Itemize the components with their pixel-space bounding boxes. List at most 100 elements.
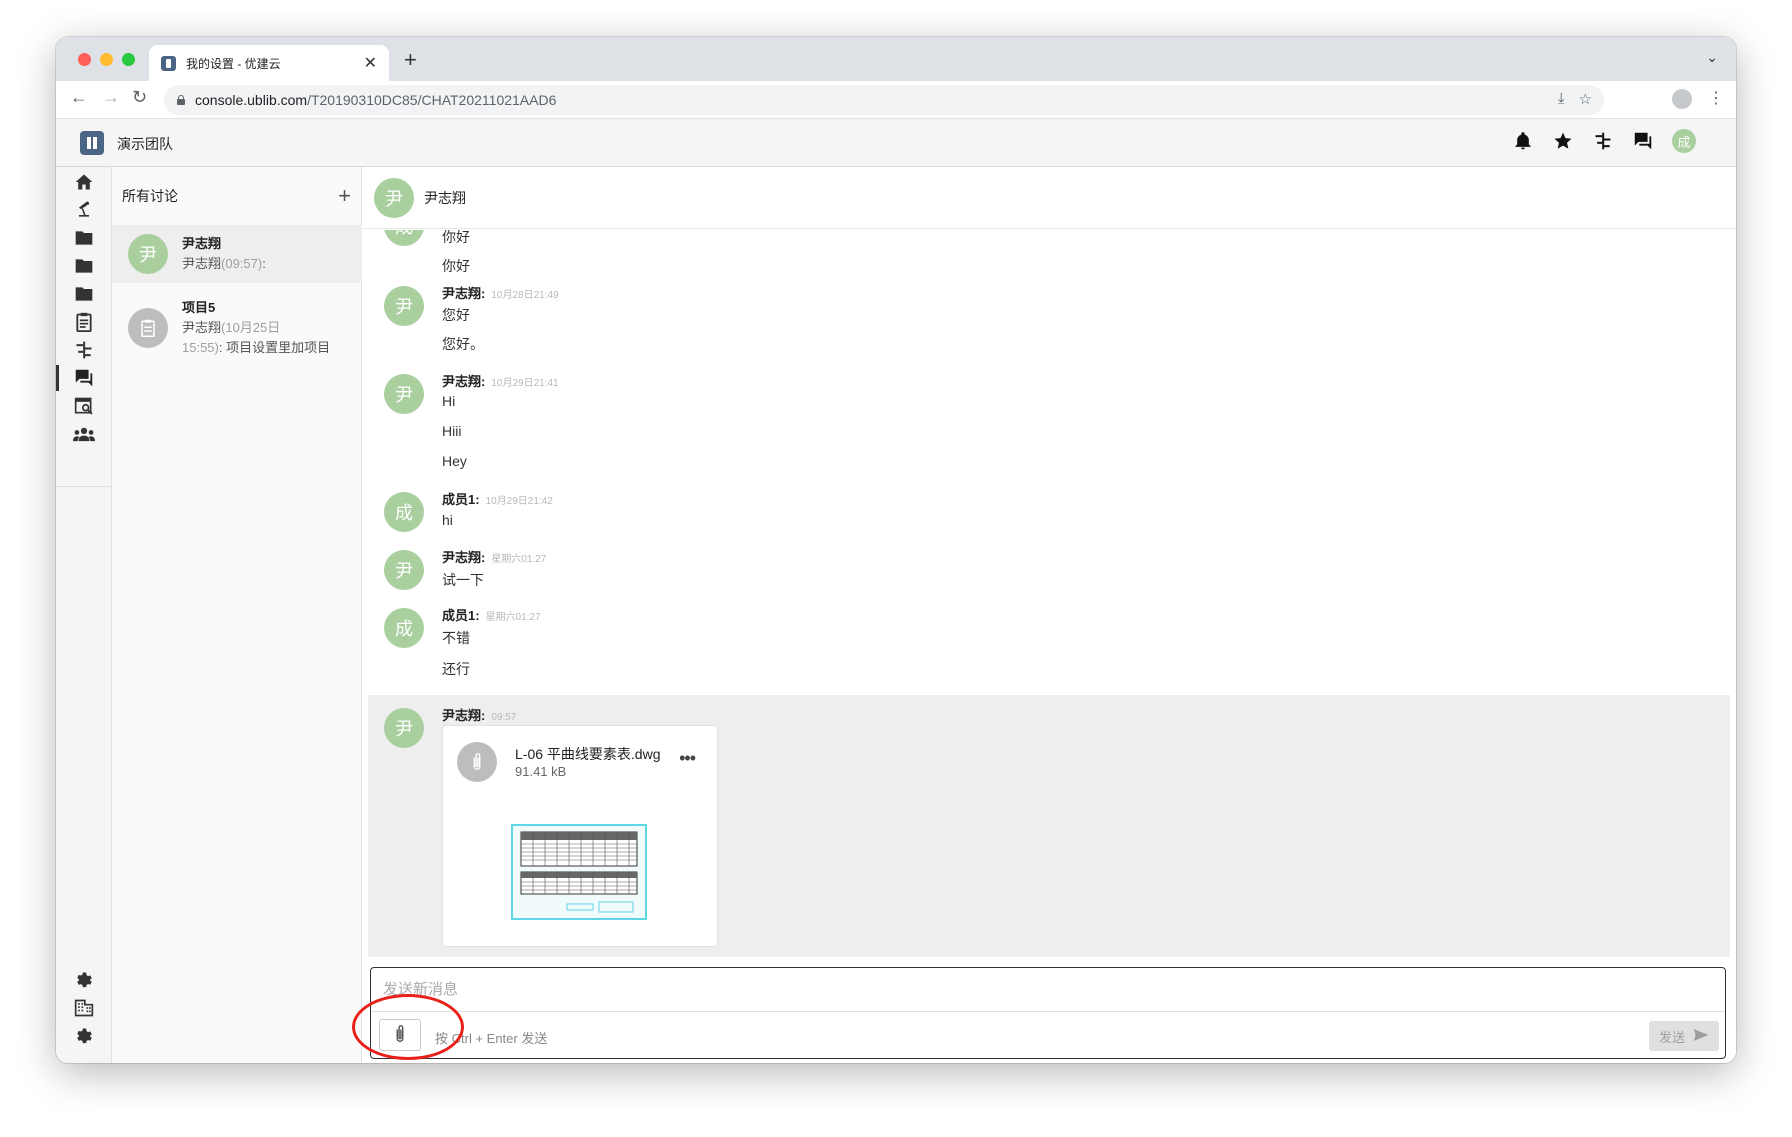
- discussion-list-title: 所有讨论: [122, 188, 178, 204]
- folder-icon[interactable]: [56, 251, 112, 281]
- reload-icon[interactable]: ↻: [132, 87, 147, 108]
- site-favicon-icon: [161, 55, 176, 71]
- avatar[interactable]: 成: [384, 230, 424, 246]
- search-doc-icon[interactable]: [56, 391, 112, 421]
- chat-panel: 尹 尹志翔 成 你好 你好 尹 尹志翔:10月28日21:49 您好 您好。 尹…: [362, 167, 1736, 1063]
- more-options-icon[interactable]: •••: [679, 748, 696, 769]
- chat-icon[interactable]: [56, 363, 112, 393]
- gantt-icon[interactable]: [56, 335, 112, 365]
- message-list[interactable]: 成 你好 你好 尹 尹志翔:10月28日21:49 您好 您好。 尹 尹志翔:1…: [362, 230, 1736, 962]
- bookmark-star-icon[interactable]: ☆: [1579, 90, 1592, 108]
- chat-header: 尹 尹志翔: [362, 167, 1736, 229]
- toolbar-right: ⋮: [1672, 89, 1724, 109]
- discussion-preview: 尹志翔(09:57):: [182, 256, 266, 271]
- home-icon[interactable]: [56, 167, 112, 197]
- forward-arrow-icon[interactable]: →: [102, 87, 120, 108]
- avatar[interactable]: 尹: [384, 286, 424, 326]
- folder-icon[interactable]: [56, 223, 112, 253]
- send-arrow-icon: [1693, 1028, 1709, 1045]
- back-arrow-icon[interactable]: ←: [70, 87, 88, 108]
- gear-icon[interactable]: [56, 1021, 112, 1051]
- discussion-name: 项目5: [182, 300, 216, 315]
- avatar[interactable]: 尹: [384, 550, 424, 590]
- discussion-list: 所有讨论 + 尹 尹志翔 尹志翔(09:57): 项目5 尹志翔(10月25日 1…: [112, 167, 362, 1063]
- profile-icon[interactable]: [1672, 89, 1692, 109]
- send-button-label: 发送: [1658, 1029, 1685, 1045]
- address-bar[interactable]: console.ublib.com/T20190310DC85/CHAT2021…: [164, 85, 1604, 115]
- message-header: 成员1: 10月29日21:42: [442, 492, 553, 507]
- avatar[interactable]: 成: [384, 608, 424, 648]
- new-tab-icon[interactable]: +: [404, 47, 417, 73]
- avatar[interactable]: 尹: [374, 177, 414, 218]
- file-name[interactable]: L-06 平曲线要素表.dwg: [515, 744, 660, 764]
- file-attachment-card[interactable]: L-06 平曲线要素表.dwg 91.41 kB •••: [442, 725, 718, 947]
- bell-icon[interactable]: [1512, 130, 1534, 152]
- tab-title: 我的设置 - 优建云: [186, 56, 281, 71]
- annotation-highlight-circle: [352, 994, 464, 1060]
- url-text: console.ublib.com/T20190310DC85/CHAT2021…: [195, 92, 557, 108]
- minimize-window-button[interactable]: [100, 53, 113, 66]
- message-header: 尹志翔: 星期六01:27: [442, 550, 547, 565]
- discussion-item[interactable]: 尹 尹志翔 尹志翔(09:57):: [112, 225, 362, 283]
- user-avatar[interactable]: 成: [1672, 129, 1696, 153]
- install-app-icon[interactable]: ⤓: [1558, 90, 1565, 108]
- header-actions: 成: [1512, 129, 1696, 153]
- lamp-icon[interactable]: [56, 195, 112, 225]
- message-text: Hiii: [442, 423, 462, 439]
- message-text: Hey: [442, 453, 467, 469]
- tab-strip: 我的设置 - 优建云 ✕ + ⌄: [56, 37, 1736, 81]
- star-icon[interactable]: [1552, 130, 1574, 152]
- paperclip-icon: [457, 742, 497, 782]
- message-text: 你好: [442, 230, 470, 245]
- app-logo-icon[interactable]: [80, 131, 104, 155]
- add-discussion-icon[interactable]: +: [338, 183, 351, 209]
- avatar[interactable]: 尹: [384, 374, 424, 414]
- team-name[interactable]: 演示团队: [117, 134, 173, 154]
- maximize-window-button[interactable]: [122, 53, 135, 66]
- clipboard-icon[interactable]: [56, 307, 112, 337]
- building-icon[interactable]: [56, 993, 112, 1023]
- omnibox-actions: ⤓ ☆: [1558, 90, 1592, 108]
- drawing-thumbnail[interactable]: [511, 824, 647, 920]
- browser-tab[interactable]: 我的设置 - 优建云 ✕: [149, 45, 389, 81]
- discussion-name: 尹志翔: [182, 236, 222, 251]
- team-icon[interactable]: [56, 419, 112, 449]
- left-nav-rail: [56, 167, 112, 1063]
- discussion-item[interactable]: 项目5 尹志翔(10月25日 15:55): 项目设置里加项目: [112, 289, 362, 367]
- folder-icon[interactable]: [56, 279, 112, 309]
- window-controls: [78, 53, 135, 66]
- message-input[interactable]: [371, 968, 1725, 1012]
- browser-menu-icon[interactable]: ⋮: [1708, 90, 1724, 108]
- tab-close-icon[interactable]: ✕: [364, 53, 377, 73]
- message-header: 尹志翔: 10月28日21:49: [442, 286, 559, 301]
- avatar[interactable]: 尹: [384, 708, 424, 748]
- app-header: 演示团队 成: [56, 119, 1736, 167]
- message-header: 尹志翔: 09:57: [442, 708, 517, 723]
- avatar[interactable]: 成: [384, 492, 424, 532]
- file-size: 91.41 kB: [515, 764, 567, 779]
- lock-icon: [176, 95, 185, 105]
- message-text: 您好。: [442, 336, 484, 352]
- send-button[interactable]: 发送: [1649, 1021, 1719, 1051]
- discussion-list-header: 所有讨论 +: [112, 167, 361, 225]
- avatar: 尹: [128, 234, 168, 274]
- message-text: hi: [442, 512, 453, 528]
- close-window-button[interactable]: [78, 53, 91, 66]
- message-header: 成员1: 星期六01:27: [442, 608, 541, 623]
- message-text: 试一下: [442, 572, 484, 588]
- browser-toolbar: ← → ↻ console.ublib.com/T20190310DC85/CH…: [56, 81, 1736, 119]
- message-text: Hi: [442, 393, 456, 409]
- message-text: 还行: [442, 661, 470, 677]
- message-text: 不错: [442, 630, 470, 646]
- clipboard-icon: [128, 308, 168, 348]
- gantt-icon[interactable]: [1592, 130, 1614, 152]
- chat-icon[interactable]: [1632, 130, 1654, 152]
- message-text: 你好: [442, 258, 470, 274]
- gear-icon[interactable]: [56, 965, 112, 995]
- tab-search-chevron-icon[interactable]: ⌄: [1706, 49, 1718, 66]
- message-header: 尹志翔: 10月29日21:41: [442, 374, 559, 389]
- chat-title: 尹志翔: [424, 189, 466, 206]
- browser-window: 我的设置 - 优建云 ✕ + ⌄ ← → ↻ console.ublib.com…: [56, 37, 1736, 1063]
- discussion-preview: 尹志翔(10月25日 15:55): 项目设置里加项目: [182, 320, 331, 355]
- message-text: 您好: [442, 307, 470, 323]
